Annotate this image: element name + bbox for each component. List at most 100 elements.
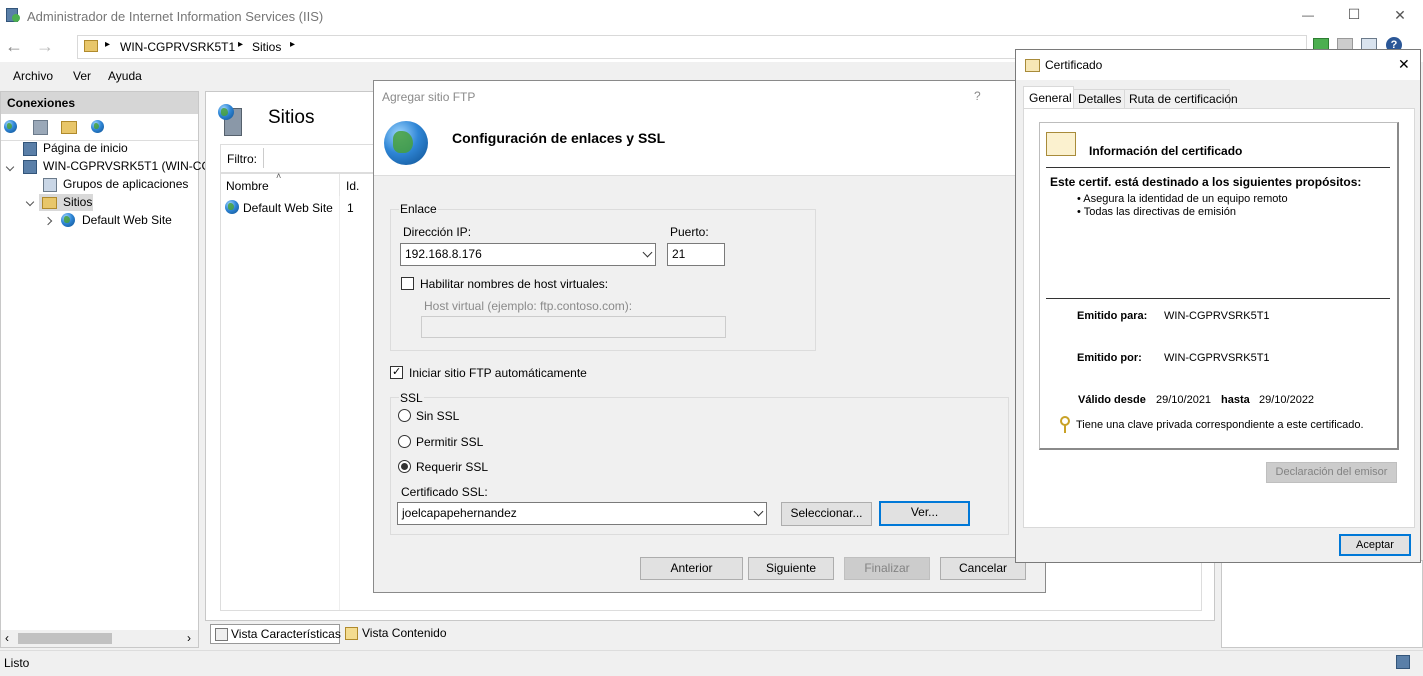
autostart-checkbox[interactable]: ✓ (390, 366, 403, 379)
status-text: Listo (4, 656, 30, 670)
divider (1046, 167, 1390, 168)
connect-globe-icon[interactable] (4, 120, 17, 133)
ftp-dialog-heading: Configuración de enlaces y SSL (452, 130, 666, 146)
back-arrow-icon[interactable]: ← (5, 36, 23, 57)
crumb-sites[interactable]: Sitios (252, 40, 281, 54)
tree-label: Página de inicio (43, 141, 128, 155)
help-button[interactable]: ? (974, 89, 981, 103)
cert-close-button[interactable]: ✕ (1398, 56, 1410, 73)
cert-ok-button[interactable]: Aceptar (1339, 534, 1411, 556)
issuer-statement-button: Declaración del emisor (1266, 462, 1397, 483)
crumb-separator-icon: ▸ (105, 39, 111, 50)
cert-tab-details[interactable]: Detalles (1073, 89, 1125, 109)
site-name: Default Web Site (243, 201, 333, 215)
port-input[interactable]: 21 (667, 243, 725, 266)
tree-item-sites[interactable]: Sitios (39, 194, 93, 211)
tree-toggle-server[interactable] (5, 162, 15, 172)
disconnect-icon[interactable] (91, 120, 104, 133)
virtual-hosts-checkbox[interactable] (401, 277, 414, 290)
valid-from-label: Válido desde (1078, 394, 1146, 406)
site-id: 1 (347, 201, 354, 215)
radio-label: Sin SSL (416, 409, 460, 423)
ssl-cert-select[interactable]: joelcapapehernandez (397, 502, 767, 525)
tree-label: Sitios (63, 195, 93, 209)
server-icon (23, 160, 37, 174)
checkmark-icon: ✓ (392, 366, 402, 378)
title-bar: Administrador de Internet Information Se… (0, 0, 1423, 32)
menu-ayuda[interactable]: Ayuda (108, 69, 142, 83)
issued-to-value: WIN-CGPRVSRK5T1 (1164, 310, 1270, 322)
binding-group-label: Enlace (399, 202, 438, 216)
table-column-divider (339, 196, 340, 610)
view-cert-button[interactable]: Ver... (879, 501, 970, 526)
home-folder-icon (84, 40, 98, 52)
crumb-server[interactable]: WIN-CGPRVSRK5T1 (120, 40, 235, 54)
start-page-icon (23, 142, 37, 156)
next-button[interactable]: Siguiente (748, 557, 834, 580)
virtual-host-label: Host virtual (ejemplo: ftp.contoso.com): (424, 299, 633, 313)
certificate-dialog: Certificado ✕ General Detalles Ruta de c… (1015, 49, 1421, 563)
app-pool-icon (43, 178, 57, 192)
tab-features-view[interactable]: Vista Características (210, 624, 341, 644)
minimize-button[interactable]: — (1298, 8, 1318, 22)
scroll-right-icon[interactable]: › (187, 631, 191, 645)
tree-label: Default Web Site (82, 213, 172, 227)
tree-toggle-default-site[interactable] (43, 216, 53, 226)
connections-header: Conexiones (1, 92, 198, 114)
select-cert-button[interactable]: Seleccionar... (781, 502, 872, 526)
issued-by-value: WIN-CGPRVSRK5T1 (1164, 352, 1270, 364)
divider (1046, 298, 1390, 299)
sort-ascending-icon: ˄ (276, 171, 282, 181)
radio-label: Requerir SSL (416, 460, 489, 474)
cert-tab-path[interactable]: Ruta de certificación (1124, 89, 1238, 109)
column-label: Id. (346, 179, 360, 193)
cert-tab-general[interactable]: General (1023, 86, 1074, 109)
scroll-left-icon[interactable]: ‹ (5, 631, 9, 645)
chevron-down-icon (753, 506, 764, 517)
connections-title: Conexiones (7, 96, 76, 110)
menu-archivo[interactable]: Archivo (13, 69, 53, 83)
connections-toolbar (1, 116, 198, 141)
ip-address-select[interactable]: 192.168.8.176 (400, 243, 656, 266)
radio-allow-ssl[interactable] (398, 435, 411, 448)
website-globe-icon (225, 200, 239, 214)
radio-require-ssl[interactable] (398, 460, 411, 473)
column-label: Nombre (226, 179, 269, 193)
certificate-icon (1046, 132, 1076, 156)
tab-content-view[interactable]: Vista Contenido (343, 624, 455, 644)
purpose-item: • Asegura la identidad de un equipo remo… (1077, 193, 1288, 205)
scroll-thumb[interactable] (18, 633, 112, 644)
column-header-name[interactable]: Nombre ˄ (221, 171, 340, 196)
ssl-group-label: SSL (399, 391, 424, 405)
connections-scrollbar[interactable]: ‹ › (1, 630, 198, 647)
sites-icon (218, 104, 242, 136)
private-key-note: Tiene una clave privada correspondiente … (1076, 419, 1364, 431)
purpose-item: • Todas las directivas de emisión (1077, 206, 1236, 218)
ftp-dialog-title: Agregar sitio FTP (382, 90, 476, 104)
status-bar: Listo (0, 650, 1423, 676)
up-folder-icon[interactable] (61, 121, 77, 134)
certificate-icon (1025, 59, 1040, 72)
ip-label: Dirección IP: (403, 225, 472, 239)
filter-input[interactable] (263, 148, 376, 168)
tree-toggle-sites[interactable] (25, 197, 35, 207)
ftp-dialog: Agregar sitio FTP ? Configuración de enl… (373, 80, 1046, 593)
prev-button[interactable]: Anterior (640, 557, 743, 580)
cert-info-title: Información del certificado (1089, 144, 1243, 158)
menu-ver[interactable]: Ver (73, 69, 91, 83)
radio-no-ssl[interactable] (398, 409, 411, 422)
close-button[interactable]: ✕ (1390, 7, 1410, 24)
maximize-button[interactable]: ☐ (1344, 6, 1364, 23)
features-view-icon (215, 628, 228, 641)
virtual-host-input (421, 316, 726, 338)
save-icon[interactable] (33, 120, 48, 135)
forward-arrow-icon[interactable]: → (36, 36, 54, 57)
purpose-heading: Este certif. está destinado a los siguie… (1050, 175, 1362, 189)
sites-title: Sitios (268, 107, 315, 128)
finish-button: Finalizar (844, 557, 930, 580)
cancel-button[interactable]: Cancelar (940, 557, 1026, 580)
cert-label: Certificado SSL: (401, 485, 488, 499)
connections-panel: Conexiones Página de inicio WIN-CGPRVSRK… (0, 91, 211, 648)
port-label: Puerto: (670, 225, 709, 239)
crumb-separator-icon: ▸ (238, 39, 244, 50)
